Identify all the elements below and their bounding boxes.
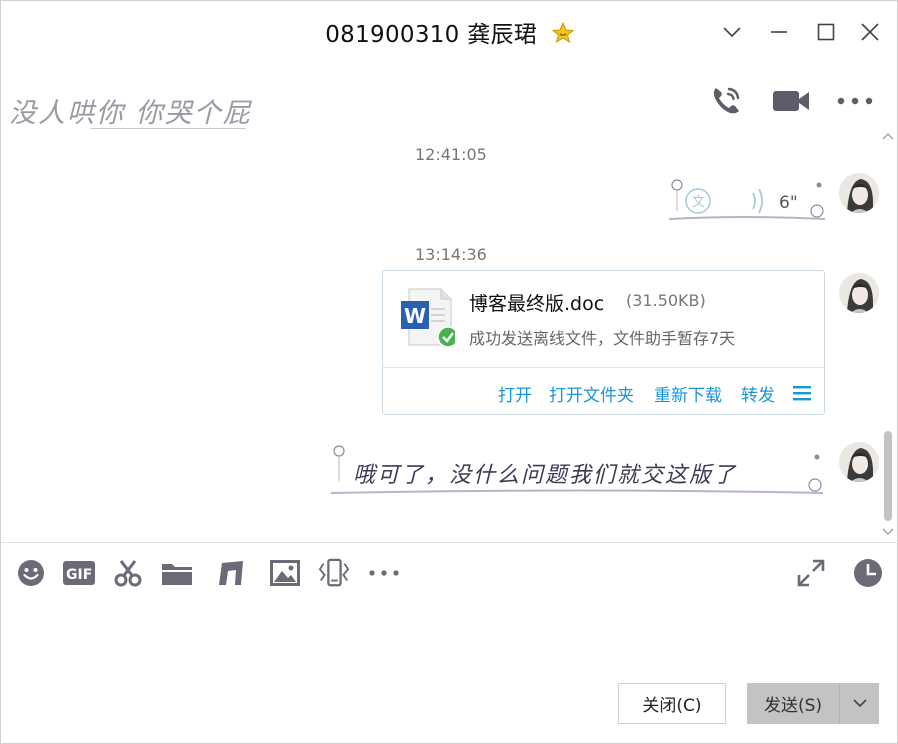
chevron-down-icon[interactable]	[718, 18, 746, 46]
chevron-down-icon	[852, 699, 867, 708]
voice-message-bubble[interactable]: 文	[665, 173, 829, 223]
signature-underline	[91, 128, 246, 129]
close-icon[interactable]	[856, 18, 884, 46]
open-file-link[interactable]: 打开	[498, 381, 532, 406]
avatar[interactable]	[839, 173, 879, 213]
file-status: 成功发送离线文件，文件助手暂存7天	[469, 329, 736, 348]
send-options-dropdown[interactable]	[839, 683, 879, 724]
video-call-icon[interactable]	[771, 81, 811, 121]
minimize-icon[interactable]	[765, 18, 793, 46]
close-button[interactable]: 关闭(C)	[618, 683, 726, 724]
more-tools-icon[interactable]	[368, 557, 400, 589]
contact-signature: 没人哄你 你哭个屁	[9, 98, 252, 129]
avatar[interactable]	[839, 442, 879, 482]
expand-icon[interactable]	[795, 557, 827, 589]
music-icon[interactable]	[215, 557, 247, 589]
file-message-card[interactable]: W 博客最终版.doc (31.50KB) 成功发送离线文件，文件助手暂存7天 …	[382, 270, 825, 415]
svg-text:W: W	[404, 304, 426, 328]
scroll-thumb[interactable]	[884, 431, 892, 521]
gif-icon[interactable]: GIF	[63, 557, 95, 589]
voice-call-icon[interactable]	[706, 81, 746, 121]
chat-window: 081900310 龚辰珺 没人哄你 你哭个屁 12:41:05 文 6" 13…	[0, 0, 898, 744]
message-list[interactable]: 12:41:05 文 6" 13:14:36 W 博客最终版.doc (31.5…	[1, 131, 898, 541]
more-icon[interactable]	[835, 81, 875, 121]
file-name: 博客最终版.doc	[469, 293, 605, 315]
svg-text:GIF: GIF	[66, 567, 92, 583]
message-input[interactable]	[11, 601, 889, 673]
word-document-icon: W	[401, 287, 459, 348]
avatar[interactable]	[839, 273, 879, 313]
maximize-icon[interactable]	[812, 18, 840, 46]
voice-duration: 6"	[779, 193, 798, 213]
toolbar-divider	[1, 542, 898, 543]
message-text: 哦可了，没什么问题我们就交这版了	[353, 463, 738, 488]
send-button[interactable]: 发送(S)	[747, 683, 839, 724]
card-divider	[383, 367, 824, 368]
forward-link[interactable]: 转发	[741, 381, 775, 406]
contact-name: 081900310 龚辰珺	[325, 22, 538, 48]
scroll-up-icon[interactable]	[882, 131, 894, 141]
star-icon	[551, 21, 575, 45]
title-bar: 081900310 龚辰珺	[1, 1, 898, 63]
open-folder-link[interactable]: 打开文件夹	[549, 381, 634, 406]
shake-icon[interactable]	[318, 557, 350, 589]
scroll-down-icon[interactable]	[882, 527, 894, 537]
history-clock-icon[interactable]	[852, 557, 884, 589]
window-title: 081900310 龚辰珺	[1, 15, 898, 49]
message-timestamp: 13:14:36	[415, 245, 487, 264]
chat-scrollbar[interactable]	[881, 131, 895, 543]
image-icon[interactable]	[269, 557, 301, 589]
folder-icon[interactable]	[161, 557, 193, 589]
scissors-icon[interactable]	[112, 557, 144, 589]
redownload-link[interactable]: 重新下载	[654, 381, 722, 406]
emoji-icon[interactable]	[15, 557, 47, 589]
message-timestamp: 12:41:05	[415, 145, 487, 164]
svg-text:文: 文	[692, 195, 705, 210]
menu-icon[interactable]	[793, 385, 811, 401]
file-size: (31.50KB)	[626, 291, 706, 310]
